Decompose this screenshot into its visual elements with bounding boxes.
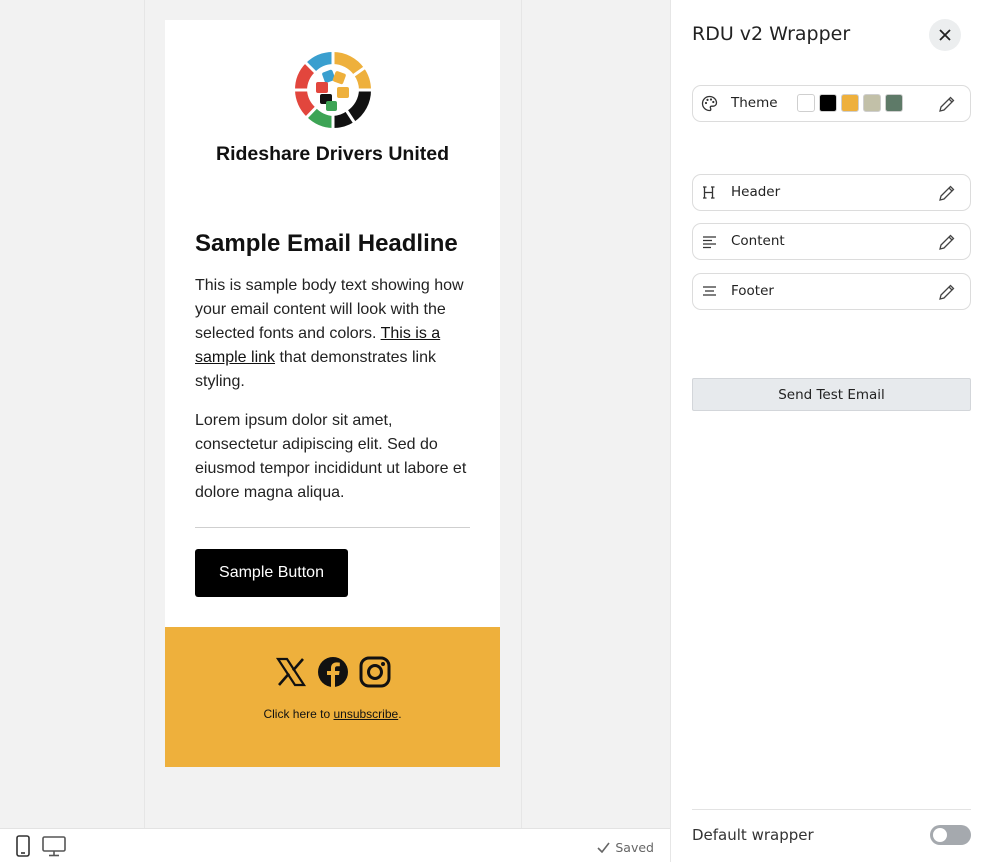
swatch-beige [863,94,881,112]
edit-theme-pencil-icon[interactable] [938,95,956,113]
saved-status: Saved [597,840,654,855]
instagram-icon[interactable] [359,656,391,688]
facebook-icon[interactable] [317,656,349,688]
swatch-black [819,94,837,112]
unsubscribe-text: Click here to unsubscribe. [263,707,402,721]
align-center-icon [703,286,716,296]
preview-area: Rideshare Drivers United Sample Email He… [0,0,670,828]
swatch-gold [841,94,859,112]
default-wrapper-label: Default wrapper [692,826,814,844]
swatch-white [797,94,815,112]
content-row[interactable]: Content [692,223,971,260]
header-row[interactable]: Header [692,174,971,211]
check-icon [597,842,611,853]
email-content: Sample Email Headline This is sample bod… [195,228,471,505]
send-test-email-button[interactable]: Send Test Email [692,378,971,411]
body-paragraph-1: This is sample body text showing how you… [195,277,464,390]
header-label: Header [731,184,781,200]
email-header: Rideshare Drivers United [165,20,500,190]
wrapper-settings-panel: RDU v2 Wrapper Theme Header Content Foot… [670,0,988,862]
swatch-green [885,94,903,112]
content-divider [195,527,470,528]
palette-icon [701,95,718,112]
align-left-icon [703,236,716,249]
sample-button[interactable]: Sample Button [195,549,348,597]
panel-title: RDU v2 Wrapper [692,23,851,45]
desktop-icon[interactable] [42,835,66,857]
email-headline: Sample Email Headline [195,230,458,257]
bottom-toolbar: Saved [0,828,670,862]
edit-footer-pencil-icon[interactable] [938,283,956,301]
footer-row[interactable]: Footer [692,273,971,310]
edit-content-pencil-icon[interactable] [938,233,956,251]
panel-divider [692,809,971,810]
brand-name: Rideshare Drivers United [215,143,449,165]
unsubscribe-link[interactable]: unsubscribe [333,707,398,721]
theme-row[interactable]: Theme [692,85,971,122]
close-button[interactable] [929,19,961,51]
mobile-icon[interactable] [11,835,35,857]
theme-label: Theme [731,95,778,111]
toggle-knob [933,828,947,842]
rdu-logo [293,50,373,130]
email-footer: Click here to unsubscribe. [165,627,500,767]
theme-swatches [797,94,903,112]
content-label: Content [731,233,785,249]
footer-label: Footer [731,283,774,299]
email-preview: Rideshare Drivers United Sample Email He… [165,20,500,767]
body-paragraph-2: Lorem ipsum dolor sit amet, consectetur … [195,412,467,501]
default-wrapper-toggle[interactable] [930,825,971,845]
close-icon [939,29,951,41]
edit-header-pencil-icon[interactable] [938,184,956,202]
heading-icon [703,186,715,199]
x-icon[interactable] [275,656,307,688]
